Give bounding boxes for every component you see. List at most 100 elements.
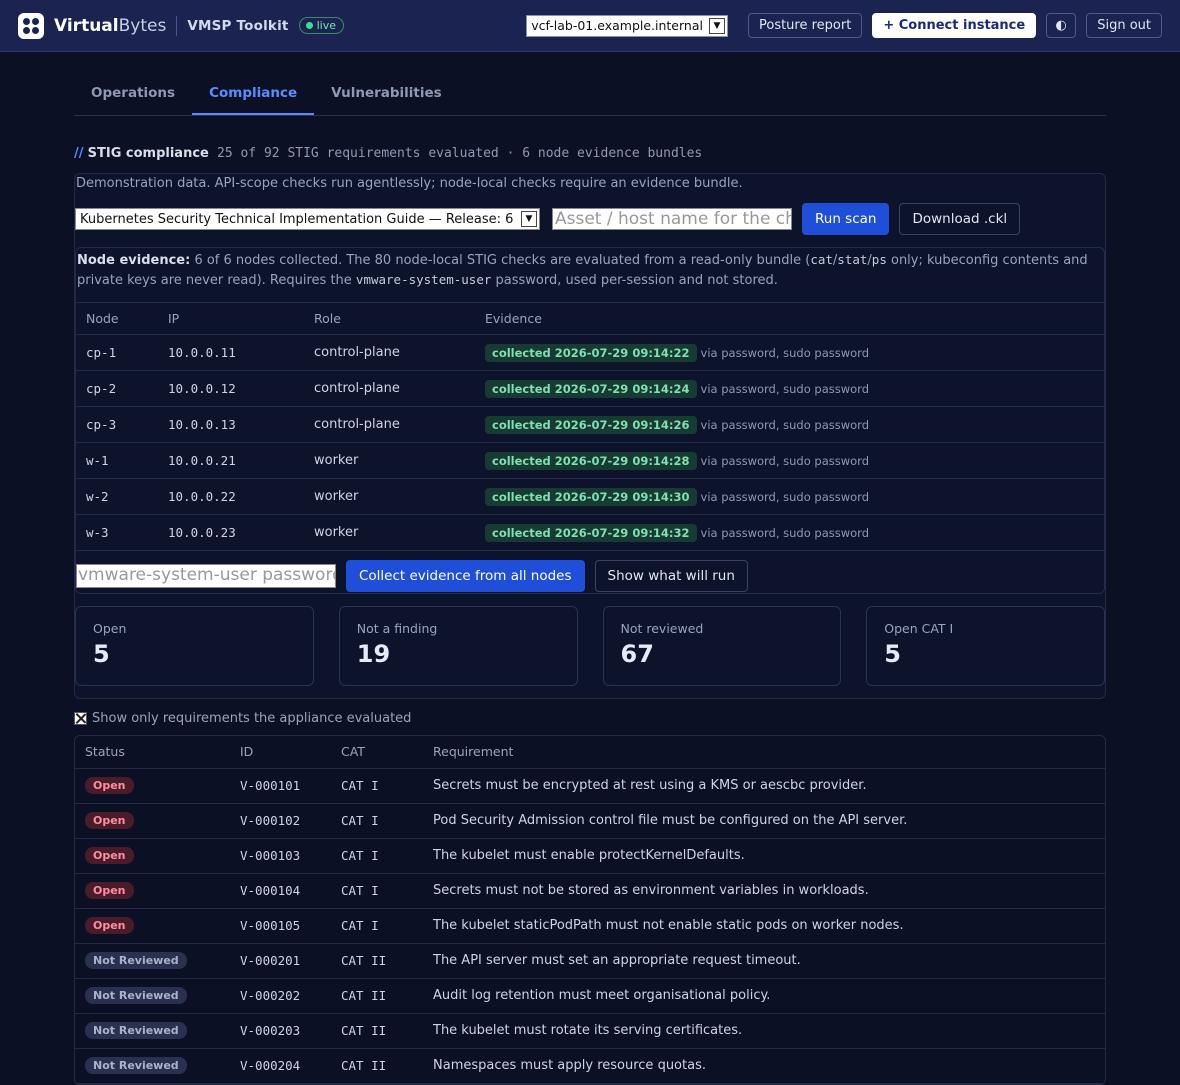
requirement-cat: CAT II <box>331 943 423 979</box>
scan-controls: Kubernetes Security Technical Implementa… <box>75 203 1105 235</box>
stat-not-a-finding: Not a finding 19 <box>338 606 578 686</box>
requirement-text: The kubelet must enable protectKernelDef… <box>423 838 1105 874</box>
requirement-text: Secrets must be encrypted at rest using … <box>423 768 1105 804</box>
show-what-will-run-button[interactable]: Show what will run <box>594 560 748 592</box>
run-scan-button[interactable]: Run scan <box>802 203 890 235</box>
requirement-cat: CAT I <box>331 873 423 909</box>
asset-input[interactable]: Asset / host name for the ch <box>552 208 792 230</box>
stig-select-value: Kubernetes Security Technical Implementa… <box>80 211 514 227</box>
requirement-text: The kubelet staticPodPath must not enabl… <box>423 908 1105 944</box>
status-badge: Open <box>85 882 134 899</box>
stat-open-cat-i: Open CAT I 5 <box>866 606 1105 686</box>
status-badge: Open <box>85 917 134 934</box>
header-divider <box>176 15 178 36</box>
collect-row: vmware-system-user password Collect evid… <box>76 559 1104 593</box>
password-input[interactable]: vmware-system-user password <box>76 564 336 588</box>
requirement-id: V-000103 <box>230 838 331 874</box>
requirement-id: V-000102 <box>230 803 331 839</box>
table-header-row: Status ID CAT Requirement <box>75 736 1105 769</box>
brand: VirtualBytes <box>54 15 167 36</box>
table-row[interactable]: Not Reviewed V-000201 CAT II The API server… <box>75 943 1105 979</box>
tab-vulnerabilities[interactable]: Vulnerabilities <box>314 85 459 115</box>
requirement-cat: CAT I <box>331 908 423 944</box>
live-badge: live <box>298 17 344 34</box>
requirement-cat: CAT I <box>331 838 423 874</box>
demo-note: Demonstration data. API-scope checks run… <box>76 176 743 191</box>
stat-open: Open 5 <box>75 606 314 686</box>
requirements-box: Status ID CAT Requirement Open V-000101 CA… <box>74 735 1106 1085</box>
requirement-text: The kubelet must rotate its serving cert… <box>423 1013 1105 1049</box>
requirement-id: V-000203 <box>230 1013 331 1049</box>
table-row[interactable]: Open V-000105 CAT I The kubelet staticPodPa… <box>75 908 1105 944</box>
status-badge: Open <box>85 847 134 864</box>
table-row[interactable]: Open V-000102 CAT I Pod Security Admission … <box>75 803 1105 839</box>
logo-icon <box>18 12 44 39</box>
table-row[interactable]: Open V-000104 CAT I Secrets must not be sto… <box>75 873 1105 909</box>
table-row[interactable]: Not Reviewed V-000203 CAT II The kubelet mu… <box>75 1013 1105 1049</box>
table-header-row: Node IP Role Evidence <box>76 302 1104 335</box>
tab-bar: Operations Compliance Vulnerabilities <box>74 52 1106 116</box>
status-badge: Not Reviewed <box>85 987 187 1004</box>
posture-report-button[interactable]: Posture report <box>747 13 863 38</box>
status-badge: Not Reviewed <box>85 952 187 969</box>
section-title: // STIG compliance 25 of 92 STIG require… <box>74 146 703 161</box>
node-evidence-box: Node evidence: 6 of 6 nodes collected. T… <box>75 247 1105 594</box>
table-row: cp-3 10.0.0.13 control-plane collected 2… <box>76 406 1104 443</box>
evaluated-filter[interactable]: Show only requirements the appliance eva… <box>74 711 1106 726</box>
status-badge: Open <box>85 777 134 794</box>
summary-stats: Open 5 Not a finding 19 Not reviewed 67 … <box>75 606 1105 686</box>
sign-out-button[interactable]: Sign out <box>1086 13 1162 38</box>
product-name: VMSP Toolkit <box>187 17 289 34</box>
instance-select[interactable]: vcf-lab-01.example.internal ▼ <box>526 14 728 37</box>
checkbox-icon[interactable] <box>74 712 87 725</box>
requirement-id: V-000204 <box>230 1048 331 1084</box>
connect-instance-button[interactable]: + Connect instance <box>872 13 1037 38</box>
requirement-cat: CAT II <box>331 978 423 1014</box>
collected-badge: collected 2026-07-29 09:14:24 <box>485 379 697 398</box>
requirement-text: Secrets must not be stored as environmen… <box>423 873 1105 909</box>
tab-compliance[interactable]: Compliance <box>192 85 315 115</box>
status-badge: Open <box>85 812 134 829</box>
table-row: cp-1 10.0.0.11 control-plane collected 2… <box>76 334 1104 371</box>
status-badge: Not Reviewed <box>85 1057 187 1074</box>
requirement-text: Pod Security Admission control file must… <box>423 803 1105 839</box>
theme-toggle-icon[interactable]: ◐ <box>1046 13 1077 38</box>
chevron-down-icon: ▼ <box>708 17 725 34</box>
top-bar: VirtualBytes VMSP Toolkit live vcf-lab-0… <box>0 0 1180 52</box>
stig-panel: Demonstration data. API-scope checks run… <box>74 173 1106 699</box>
requirement-cat: CAT II <box>331 1013 423 1049</box>
requirement-id: V-000201 <box>230 943 331 979</box>
table-row: w-1 10.0.0.21 worker collected 2026-07-2… <box>76 442 1104 479</box>
instance-select-value: vcf-lab-01.example.internal <box>531 18 703 33</box>
requirement-id: V-000202 <box>230 978 331 1014</box>
live-dot-icon <box>305 22 313 29</box>
filter-label: Show only requirements the appliance eva… <box>92 711 412 726</box>
collected-badge: collected 2026-07-29 09:14:30 <box>485 487 697 506</box>
table-row: w-3 10.0.0.23 worker collected 2026-07-2… <box>76 514 1104 551</box>
requirements-table: Status ID CAT Requirement Open V-000101 CA… <box>75 736 1105 1084</box>
table-row: cp-2 10.0.0.12 control-plane collected 2… <box>76 370 1104 407</box>
requirement-id: V-000105 <box>230 908 331 944</box>
node-table: Node IP Role Evidence cp-1 10.0.0.11 con… <box>76 302 1104 551</box>
requirement-id: V-000104 <box>230 873 331 909</box>
stig-select[interactable]: Kubernetes Security Technical Implementa… <box>75 208 540 230</box>
chevron-down-icon: ▼ <box>521 211 537 227</box>
collect-evidence-button[interactable]: Collect evidence from all nodes <box>346 560 585 592</box>
download-ckl-button[interactable]: Download .ckl <box>899 203 1021 235</box>
requirement-id: V-000101 <box>230 768 331 804</box>
table-row: w-2 10.0.0.22 worker collected 2026-07-2… <box>76 478 1104 515</box>
requirement-cat: CAT II <box>331 1048 423 1084</box>
table-row[interactable]: Not Reviewed V-000204 CAT II Namespaces mus… <box>75 1048 1105 1084</box>
tab-operations[interactable]: Operations <box>74 85 192 115</box>
status-badge: Not Reviewed <box>85 1022 187 1039</box>
stat-not-reviewed: Not reviewed 67 <box>602 606 842 686</box>
collected-badge: collected 2026-07-29 09:14:32 <box>485 523 697 542</box>
table-row[interactable]: Not Reviewed V-000202 CAT II Audit log rete… <box>75 978 1105 1014</box>
table-row[interactable]: Open V-000101 CAT I Secrets must be encrypt… <box>75 768 1105 804</box>
requirement-cat: CAT I <box>331 768 423 804</box>
section-meta: 25 of 92 STIG requirements evaluated · 6… <box>217 146 703 161</box>
collected-badge: collected 2026-07-29 09:14:26 <box>485 415 697 434</box>
table-row[interactable]: Open V-000103 CAT I The kubelet must enable… <box>75 838 1105 874</box>
main-content: Operations Compliance Vulnerabilities //… <box>0 52 1180 1085</box>
requirement-cat: CAT I <box>331 803 423 839</box>
